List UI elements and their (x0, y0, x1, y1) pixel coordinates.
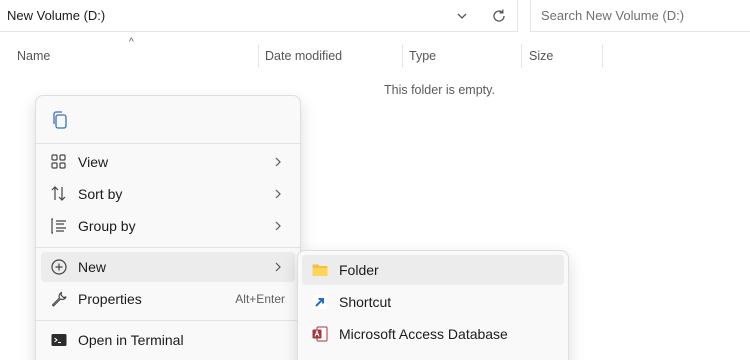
group-icon (51, 218, 66, 234)
column-headers: ^ Name Date modified Type Size (0, 37, 750, 70)
shortcut-icon (313, 295, 327, 309)
folder-icon (312, 264, 328, 276)
menu-item-label: View (78, 154, 109, 170)
access-icon (312, 326, 328, 342)
menu-item-open-in-terminal[interactable]: Open in Terminal (41, 325, 295, 355)
context-menu: View Sort by Group by New Properties Alt… (35, 95, 301, 360)
menu-item-sort-by[interactable]: Sort by (41, 179, 295, 209)
search-placeholder: Search New Volume (D:) (541, 8, 685, 23)
menu-item-group-by[interactable]: Group by (41, 211, 295, 241)
keyboard-shortcut: Alt+Enter (235, 292, 285, 306)
column-divider[interactable] (258, 44, 259, 68)
menu-item-label: Open in Terminal (78, 332, 184, 348)
chevron-right-icon (275, 221, 281, 231)
search-input[interactable]: Search New Volume (D:) (530, 0, 750, 32)
menu-separator (36, 143, 300, 144)
empty-folder-message: This folder is empty. (384, 83, 495, 97)
chevron-right-icon (275, 189, 281, 199)
sort-icon (51, 186, 66, 201)
menu-item-new[interactable]: New (41, 252, 295, 282)
column-divider[interactable] (521, 44, 522, 68)
column-date-modified[interactable]: Date modified (265, 40, 342, 70)
submenu-item-access-database[interactable]: Microsoft Access Database (302, 319, 564, 349)
menu-item-label: Properties (78, 291, 142, 307)
chevron-right-icon (275, 262, 281, 272)
refresh-icon[interactable] (490, 7, 508, 25)
view-grid-icon (51, 154, 66, 169)
sort-ascending-icon: ^ (129, 37, 134, 48)
menu-separator (36, 247, 300, 248)
menu-item-label: Group by (78, 218, 136, 234)
column-size[interactable]: Size (529, 40, 553, 70)
submenu-item-folder[interactable]: Folder (302, 255, 564, 285)
submenu-item-label: Folder (339, 262, 379, 278)
submenu-item-shortcut[interactable]: Shortcut (302, 287, 564, 317)
menu-separator (36, 320, 300, 321)
column-type[interactable]: Type (409, 40, 436, 70)
terminal-icon (51, 334, 67, 346)
menu-item-properties[interactable]: Properties Alt+Enter (41, 284, 295, 314)
submenu-item-label: Shortcut (339, 294, 392, 310)
address-bar[interactable]: New Volume (D:) (0, 0, 518, 32)
chevron-right-icon (275, 157, 281, 167)
copy-icon[interactable] (49, 109, 71, 131)
column-divider[interactable] (602, 44, 603, 68)
menu-item-view[interactable]: View (41, 147, 295, 177)
new-plus-icon (51, 259, 67, 275)
new-submenu: Folder Shortcut Microsoft Access Databas… (297, 250, 569, 360)
column-divider[interactable] (402, 44, 403, 68)
menu-item-label: New (78, 259, 107, 275)
menu-item-label: Sort by (78, 186, 123, 202)
wrench-icon (51, 291, 67, 307)
chevron-down-icon[interactable] (454, 8, 470, 24)
address-path[interactable]: New Volume (D:) (7, 8, 105, 23)
submenu-item-label: Microsoft Access Database (339, 326, 508, 342)
column-name[interactable]: Name (17, 40, 50, 70)
